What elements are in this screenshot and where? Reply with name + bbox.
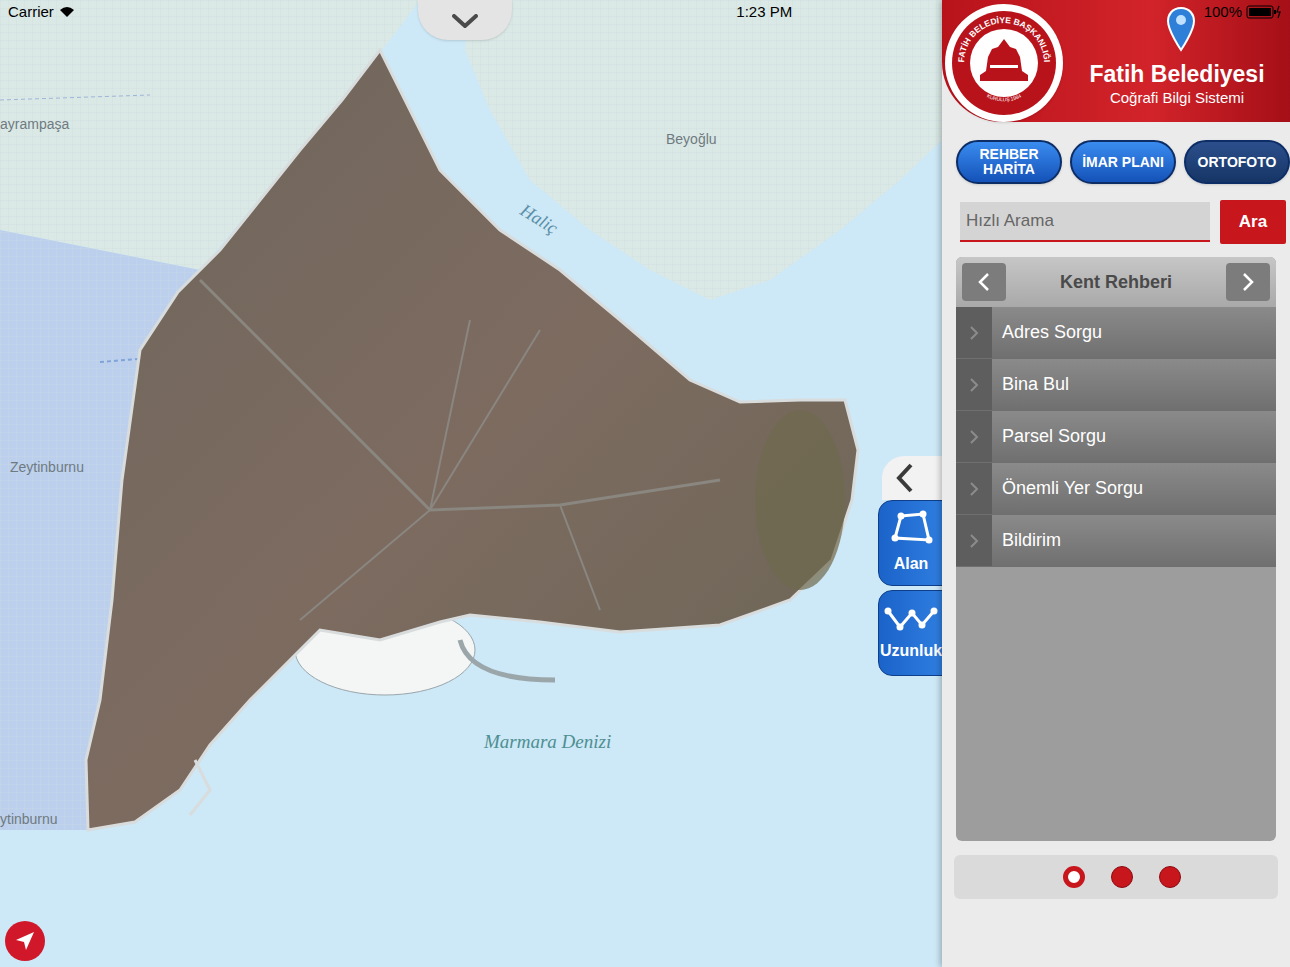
- tool-label: Alan: [894, 552, 929, 576]
- map-pin-icon: [1166, 6, 1196, 52]
- chevron-right-icon: [969, 533, 979, 549]
- menu-item-tab: [956, 515, 992, 566]
- wifi-icon: [59, 6, 75, 18]
- chevron-right-icon: [969, 481, 979, 497]
- prev-button[interactable]: [962, 263, 1006, 301]
- location-arrow-icon: [14, 930, 36, 952]
- menu-item[interactable]: Önemli Yer Sorgu: [956, 463, 1276, 515]
- municipality-logo-icon: FATİH BELEDİYE BAŞKANLIĞI KURULUŞ 1984: [950, 9, 1058, 117]
- menu-item-tab: [956, 411, 992, 462]
- tool-button[interactable]: Uzunluk: [878, 590, 944, 676]
- next-button[interactable]: [1226, 263, 1270, 301]
- chevron-right-icon: [969, 325, 979, 341]
- chevron-left-icon: [978, 272, 990, 292]
- battery-level: 100%: [1204, 1, 1242, 24]
- chevron-left-icon: [896, 462, 914, 494]
- layer-buttons: REHBER HARİTAİMAR PLANIORTOFOTO: [942, 140, 1290, 184]
- page-dot[interactable]: [1063, 866, 1085, 888]
- clock: 1:23 PM: [736, 1, 792, 24]
- layer-button[interactable]: ORTOFOTO: [1184, 140, 1290, 184]
- map-label: ytinburnu: [0, 809, 58, 830]
- svg-text:KURULUŞ 1984: KURULUŞ 1984: [986, 92, 1022, 102]
- layer-button[interactable]: İMAR PLANI: [1070, 140, 1176, 184]
- collapse-button[interactable]: [882, 456, 944, 500]
- side-panel: FATİH BELEDİYE BAŞKANLIĞI KURULUŞ 1984 F…: [942, 0, 1290, 967]
- app-title: Fatih Belediyesi: [1089, 60, 1264, 89]
- menu-item[interactable]: Parsel Sorgu: [956, 411, 1276, 463]
- menu-item-label: Parsel Sorgu: [992, 411, 1276, 462]
- status-bar: Carrier 1:23 PM 100%: [0, 0, 1290, 24]
- map-label: Zeytinburnu: [10, 457, 84, 478]
- chevron-right-icon: [969, 377, 979, 393]
- tool-label: Uzunluk: [880, 639, 942, 663]
- page-dot[interactable]: [1111, 866, 1133, 888]
- menu-item-tab: [956, 307, 992, 358]
- search-button[interactable]: Ara: [1220, 200, 1286, 244]
- menu-item-tab: [956, 359, 992, 410]
- menu-item[interactable]: Bildirim: [956, 515, 1276, 567]
- map-label: ayrampaşa: [0, 114, 69, 135]
- tool-button[interactable]: Alan: [878, 500, 944, 586]
- tool-list: Alan Uzunluk: [878, 500, 944, 676]
- menu-item[interactable]: Adres Sorgu: [956, 307, 1276, 359]
- chevron-right-icon: [1242, 272, 1254, 292]
- menu-item-label: Bildirim: [992, 515, 1276, 566]
- menu-header: Kent Rehberi: [956, 257, 1276, 307]
- length-line-icon: [884, 603, 938, 633]
- layer-button[interactable]: REHBER HARİTA: [956, 140, 1062, 184]
- map-label: Beyoğlu: [666, 129, 717, 150]
- menu-item-tab: [956, 463, 992, 514]
- tools-tab: Alan Uzunluk: [878, 456, 944, 676]
- search-bar: Ara: [942, 200, 1290, 244]
- page-indicator: [954, 855, 1278, 899]
- carrier: Carrier: [8, 1, 54, 24]
- search-input[interactable]: [960, 202, 1210, 242]
- battery-icon: [1246, 5, 1282, 19]
- menu-item-label: Bina Bul: [992, 359, 1276, 410]
- menu-item-label: Önemli Yer Sorgu: [992, 463, 1276, 514]
- header-titles: Fatih Belediyesi Coğrafi Bilgi Sistemi: [1070, 60, 1284, 108]
- pull-down-tab[interactable]: [418, 0, 512, 40]
- map-label: Marmara Denizi: [484, 728, 611, 757]
- app-subtitle: Coğrafi Bilgi Sistemi: [1110, 89, 1244, 108]
- menu-title: Kent Rehberi: [1060, 269, 1172, 296]
- chevron-right-icon: [969, 429, 979, 445]
- logo-year: KURULUŞ 1984: [986, 92, 1022, 102]
- area-polygon-icon: [889, 510, 933, 546]
- menu-list: Adres SorguBina BulParsel SorguÖnemli Ye…: [956, 307, 1276, 567]
- menu-item-label: Adres Sorgu: [992, 307, 1276, 358]
- app-screen: ayrampaşaBeyoğluHaliçZeytinburnuytinburn…: [0, 0, 1290, 967]
- page-dot[interactable]: [1159, 866, 1181, 888]
- menu-card: Kent Rehberi Adres SorguBina BulParsel S…: [956, 257, 1276, 841]
- locate-button[interactable]: [5, 921, 45, 961]
- chevron-down-icon: [452, 14, 478, 28]
- logo: FATİH BELEDİYE BAŞKANLIĞI KURULUŞ 1984: [945, 4, 1063, 122]
- menu-item[interactable]: Bina Bul: [956, 359, 1276, 411]
